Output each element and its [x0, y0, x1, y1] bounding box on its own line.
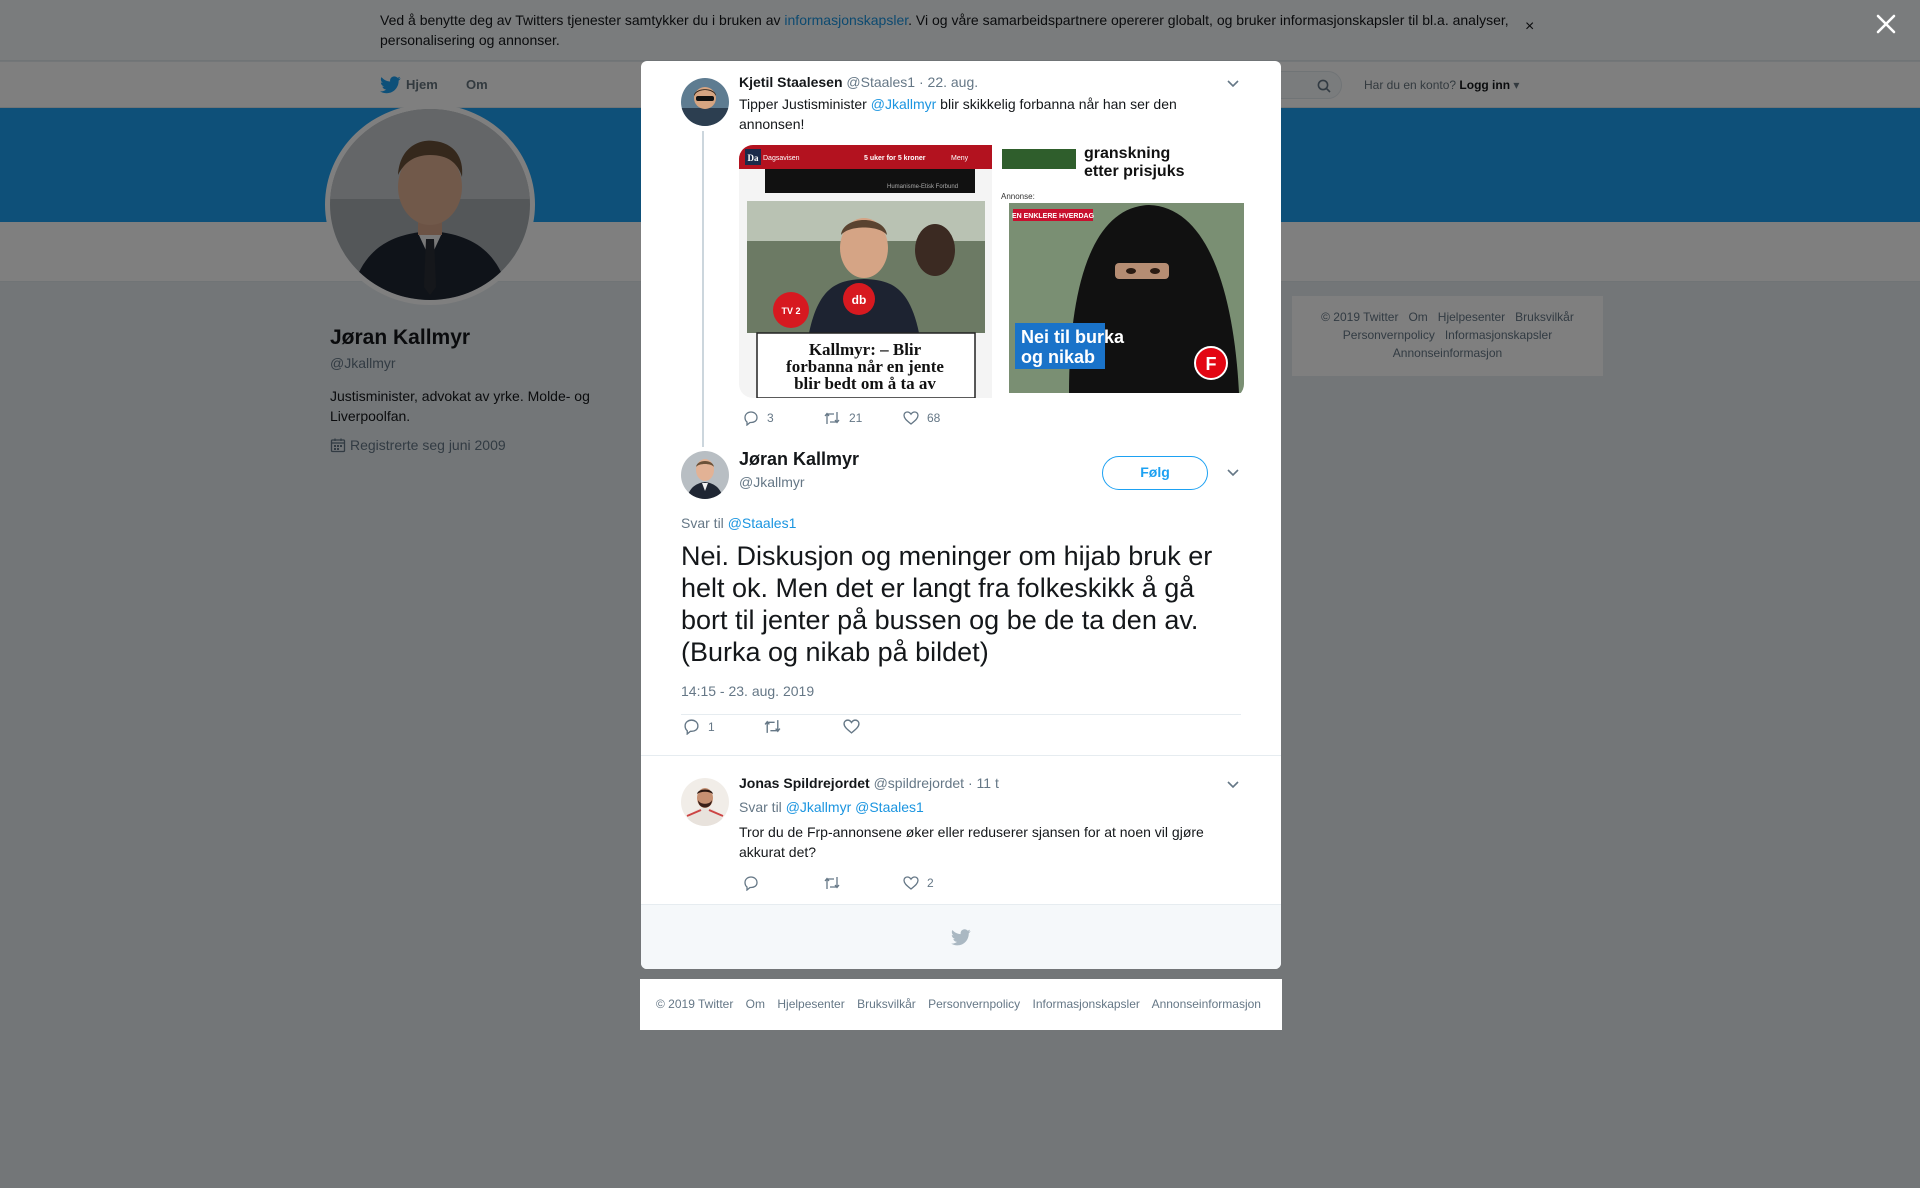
retweet-icon[interactable]	[763, 718, 782, 735]
reply-count: 3	[767, 411, 774, 425]
like-button[interactable]: 68	[903, 410, 940, 426]
chevron-down-icon[interactable]	[1226, 79, 1240, 89]
like-icon[interactable]	[903, 875, 919, 891]
footer-link-terms[interactable]: Bruksvilkår	[857, 997, 916, 1011]
author-handle[interactable]: @spildrejordet	[874, 775, 964, 791]
chevron-down-icon[interactable]	[1226, 780, 1240, 790]
tweet-modal: Kjetil Staalesen @Staales1 · 22. aug. Ti…	[641, 61, 1281, 969]
author-name[interactable]: Jøran Kallmyr	[739, 449, 859, 470]
chevron-down-icon[interactable]	[1226, 468, 1240, 478]
retweet-button[interactable]: 21	[823, 410, 903, 426]
footer-link-help[interactable]: Hjelpesenter	[777, 997, 844, 1011]
retweet-button[interactable]	[823, 875, 903, 891]
reply-icon[interactable]	[743, 410, 759, 426]
newspaper-brand: Dagsavisen	[763, 155, 800, 162]
newspaper-promo: 5 uker for 5 kroner	[864, 155, 926, 162]
tweet-timestamp[interactable]: 14:15 - 23. aug. 2019	[681, 683, 814, 699]
reply-count: 1	[708, 719, 715, 734]
tweet-actions: 2	[743, 875, 934, 891]
footer-link-about[interactable]: Om	[746, 997, 765, 1011]
retweet-button[interactable]	[763, 718, 843, 735]
like-count: 68	[927, 411, 941, 425]
like-button[interactable]	[843, 718, 860, 735]
follow-button[interactable]: Følg	[1102, 456, 1208, 490]
tweet-actions: 1	[683, 718, 860, 735]
footer-copyright: © 2019 Twitter	[656, 997, 734, 1011]
footer-link-cookies[interactable]: Informasjonskapsler	[1033, 997, 1140, 1011]
retweet-icon[interactable]	[823, 410, 841, 426]
retweet-count: 21	[849, 411, 863, 425]
author-name[interactable]: Jonas Spildrejordet	[739, 775, 870, 791]
footer-link-ads-info[interactable]: Annonseinformasjon	[1152, 997, 1261, 1011]
tweet-header: Kjetil Staalesen @Staales1 · 22. aug.	[739, 74, 978, 90]
twitter-bird-icon	[951, 929, 971, 946]
svg-text:etter prisjuks: etter prisjuks	[1084, 163, 1185, 180]
reply-button[interactable]: 3	[743, 410, 823, 426]
tweet-header: Jonas Spildrejordet @spildrejordet · 11 …	[739, 775, 999, 791]
reply-button[interactable]: 1	[683, 718, 763, 735]
like-icon[interactable]	[843, 718, 860, 735]
footer-link-privacy[interactable]: Personvernpolicy	[928, 997, 1020, 1011]
ad-label: Annonse:	[1001, 192, 1035, 201]
mention-link[interactable]: @Staales1	[855, 799, 924, 815]
author-handle[interactable]: @Staales1	[846, 74, 915, 90]
svg-text:granskning: granskning	[1084, 145, 1170, 162]
like-count: 2	[927, 876, 934, 890]
modal-bottom-bar	[641, 904, 1281, 969]
thread-line	[702, 131, 704, 447]
tweet-actions: 3 21 68	[743, 410, 940, 426]
retweet-icon[interactable]	[823, 875, 841, 891]
avatar[interactable]	[681, 78, 729, 126]
tweet-text: Tror du de Frp-annonsene øker eller redu…	[739, 824, 1204, 860]
author-name[interactable]: Kjetil Staalesen	[739, 74, 843, 90]
avatar[interactable]	[681, 451, 729, 499]
reply-context: Svar til @Jkallmyr @Staales1	[739, 799, 924, 815]
avatar[interactable]	[681, 778, 729, 826]
newspaper-headline: blir bedt om å ta av	[794, 374, 936, 393]
svg-text:TV 2: TV 2	[781, 306, 800, 316]
tweet-media[interactable]: Da Dagsavisen 5 uker for 5 kroner Meny H…	[739, 145, 1244, 398]
tweet-text: Tipper Justisminister @Jkallmyr blir ski…	[739, 96, 1177, 132]
like-button[interactable]: 2	[903, 875, 934, 891]
party-logo: F	[1206, 354, 1217, 374]
reply-button[interactable]	[743, 875, 823, 891]
reply-icon[interactable]	[683, 718, 700, 735]
mention-link[interactable]: @Jkallmyr	[786, 799, 852, 815]
ad-slogan: Nei til burka	[1021, 327, 1125, 347]
author-handle[interactable]: @Jkallmyr	[739, 474, 805, 490]
divider	[681, 714, 1241, 715]
svg-text:Da: Da	[748, 153, 759, 163]
ad-tag: EN ENKLERE HVERDAG	[1012, 213, 1095, 220]
newspaper-caption: Humanisme-Etisk Forbund	[887, 184, 958, 190]
reply-icon[interactable]	[743, 875, 759, 891]
mention-link[interactable]: @Staales1	[728, 515, 797, 531]
tweet-time[interactable]: · 11 t	[968, 775, 999, 791]
main-tweet-text: Nei. Diskusjon og meninger om hijab bruk…	[681, 541, 1213, 667]
ad-slogan: og nikab	[1021, 347, 1095, 367]
reply-context: Svar til @Staales1	[681, 515, 797, 531]
newspaper-menu: Meny	[951, 155, 969, 162]
mention-link[interactable]: @Jkallmyr	[871, 96, 937, 112]
tweet-time[interactable]: · 22. aug.	[919, 74, 978, 90]
svg-text:db: db	[852, 293, 867, 307]
divider	[641, 755, 1281, 756]
close-icon[interactable]	[1874, 12, 1898, 36]
modal-footer: © 2019 Twitter Om Hjelpesenter Bruksvilk…	[640, 979, 1282, 1030]
like-icon[interactable]	[903, 410, 919, 426]
